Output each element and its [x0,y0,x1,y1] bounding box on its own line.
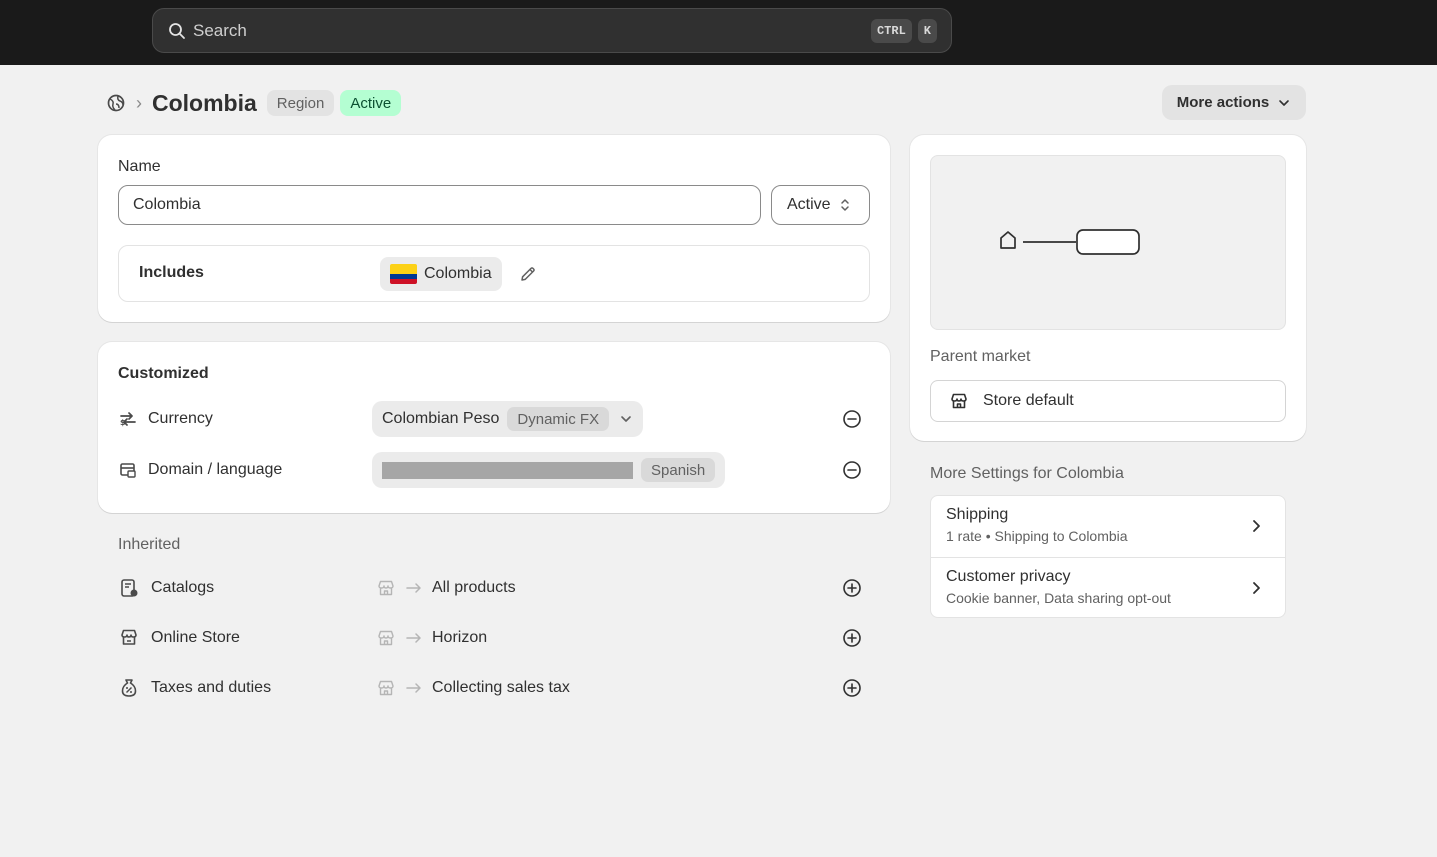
status-badge: Active [340,90,402,116]
market-hierarchy-diagram [930,155,1286,330]
currency-select[interactable]: Colombian Peso Dynamic FX [372,401,644,437]
svg-text:$: $ [120,418,126,427]
tax-icon [121,679,137,697]
breadcrumb-separator: › [136,92,142,113]
search-bar[interactable]: Search CTRL K [152,8,952,53]
dynamic-fx-badge: Dynamic FX [507,407,610,431]
markets-globe-icon[interactable] [106,93,126,113]
domain-select[interactable]: Spanish [372,452,726,488]
inherited-label: Online Store [151,629,240,646]
more-actions-button[interactable]: More actions [1162,85,1306,120]
domain-row: Domain / language Spanish [118,452,870,488]
parent-market-value: Store default [983,392,1074,409]
store-icon [378,680,394,696]
language-badge: Spanish [641,458,716,482]
currency-value: Colombian Peso [382,410,500,427]
chevron-right-icon [1253,582,1260,594]
includes-label: Includes [139,264,204,281]
parent-market-card: Parent market Store default [910,135,1306,441]
shortcut-k: K [917,18,937,43]
store-icon [951,393,967,409]
settings-item-subtitle: 1 rate • Shipping to Colombia [946,528,1128,544]
inherited-label: Catalogs [151,579,215,596]
inherited-value-text: Collecting sales tax [432,679,570,696]
store-icon [378,630,394,646]
hierarchy-graphic [1000,229,1140,255]
parent-market-label: Parent market [930,348,1031,365]
chevron-down-icon [1279,99,1290,106]
breadcrumb: › Colombia Region Active [106,88,407,118]
customized-card: Customized $ Currency Colombian Peso Dyn… [98,342,890,513]
inherited-label: Taxes and duties [151,679,272,696]
select-arrows-icon [840,199,849,211]
add-online-store-button[interactable] [842,628,862,648]
search-placeholder: Search [193,20,247,40]
name-label: Name [118,158,161,175]
inherited-value-text: Horizon [432,629,488,646]
customized-title: Customized [118,365,209,382]
settings-item-title: Customer privacy [946,568,1071,585]
arrow-right-icon [406,633,421,643]
domain-label: Domain / language [148,461,283,478]
parent-market-field[interactable]: Store default [930,380,1286,422]
current-market-node [1076,229,1140,255]
settings-item-subtitle: Cookie banner, Data sharing opt-out [946,590,1171,606]
chevron-right-icon [1253,520,1260,532]
remove-domain-button[interactable] [842,460,862,480]
inherited-value: Horizon [376,628,487,648]
more-settings-list: Shipping 1 rate • Shipping to Colombia C… [930,495,1286,618]
home-icon [1000,231,1016,249]
shortcut-ctrl: CTRL [870,18,912,43]
store-icon [378,580,394,596]
inherited-row: Online Store Horizon [118,623,870,653]
currency-row: $ Currency Colombian Peso Dynamic FX [118,401,870,437]
inherited-value: Collecting sales tax [376,678,570,698]
more-settings-title: More Settings for Colombia [930,465,1124,482]
redacted-domain [382,461,633,479]
edit-pencil-icon[interactable] [518,264,538,284]
page-title: Colombia [152,89,257,116]
region-badge: Region [266,90,335,116]
colombia-flag-icon [390,264,417,284]
online-store-icon [121,629,137,645]
domain-icon [120,463,136,478]
arrow-right-icon [406,583,421,593]
add-taxes-button[interactable] [842,678,862,698]
add-catalog-button[interactable] [842,578,862,598]
inherited-value: All products [376,578,516,598]
settings-item-shipping[interactable]: Shipping 1 rate • Shipping to Colombia [931,496,1285,557]
currency-label: Currency [148,410,213,427]
status-select[interactable]: Active [771,185,870,225]
name-input[interactable]: Colombia [118,185,761,225]
remove-currency-button[interactable] [842,409,862,429]
includes-box: Includes Colombia [118,245,870,302]
top-bar: Search CTRL K [0,0,1437,65]
more-actions-label: More actions [1176,94,1270,111]
general-card: Name Colombia Active Includes Colombia [98,135,890,322]
search-icon [169,22,185,39]
country-chip: Colombia [380,257,502,291]
inherited-row: Catalogs All products [118,573,870,603]
inherited-title: Inherited [118,536,181,553]
status-select-value: Active [787,196,831,213]
currency-exchange-icon: $ [120,412,136,427]
inherited-value-text: All products [432,579,516,596]
arrow-right-icon [406,683,421,693]
settings-item-title: Shipping [946,506,1009,523]
chevron-down-icon [621,416,631,422]
catalog-icon [121,579,138,597]
inherited-row: Taxes and duties Collecting sales tax [118,673,870,703]
country-chip-label: Colombia [424,265,492,282]
settings-item-customer-privacy[interactable]: Customer privacy Cookie banner, Data sha… [931,557,1285,618]
